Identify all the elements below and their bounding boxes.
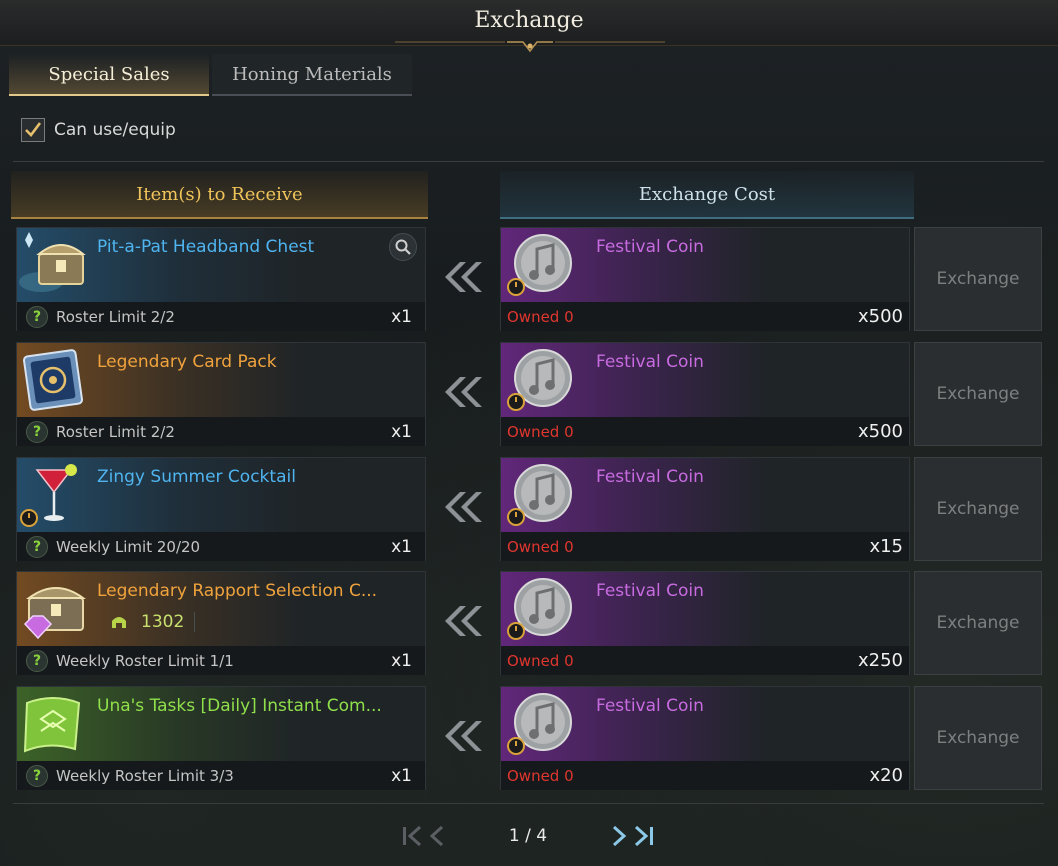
help-icon[interactable]: ? <box>26 305 48 328</box>
preview-button[interactable] <box>389 233 417 261</box>
first-page-button[interactable] <box>402 824 422 848</box>
divider <box>13 161 1044 162</box>
double-arrow-left-icon <box>440 372 484 412</box>
cost-currency-name: Festival Coin <box>596 467 704 487</box>
help-icon[interactable]: ? <box>26 535 48 558</box>
prev-page-button[interactable] <box>426 824 446 848</box>
item-name: Pit-a-Pat Headband Chest <box>97 237 315 257</box>
receive-item[interactable]: Legendary Card Pack ? Roster Limit 2/2 x… <box>16 342 427 446</box>
item-power-value: 1302 <box>141 612 185 632</box>
item-name: Una's Tasks [Daily] Instant Com... <box>97 696 382 716</box>
pagination: 1 / 4 <box>0 820 1058 856</box>
cost-item[interactable]: Festival Coin Owned 0 x500 <box>500 227 911 331</box>
owned-count: Owned 0 <box>507 766 574 785</box>
cost-quantity: x250 <box>857 650 903 671</box>
last-page-button[interactable] <box>634 824 654 848</box>
purchase-limit: Weekly Limit 20/20 <box>56 537 201 556</box>
help-icon[interactable]: ? <box>26 649 48 672</box>
last-page-icon <box>634 825 653 847</box>
cost-currency-name: Festival Coin <box>596 237 704 257</box>
festival-coin-icon <box>507 693 572 755</box>
item-name: Legendary Card Pack <box>97 352 277 372</box>
festival-coin-icon <box>507 464 572 526</box>
cost-item[interactable]: Festival Coin Owned 0 x500 <box>500 342 911 446</box>
owned-count: Owned 0 <box>507 651 574 670</box>
item-name: Zingy Summer Cocktail <box>97 467 296 487</box>
window-title: Exchange <box>474 8 584 33</box>
receive-quantity: x1 <box>391 765 412 786</box>
item-power: 1302 <box>109 612 196 632</box>
item-name: Legendary Rapport Selection C... <box>97 581 378 601</box>
receive-quantity: x1 <box>391 421 412 442</box>
double-arrow-left-icon <box>440 257 484 297</box>
window-titlebar: Exchange <box>0 0 1058 53</box>
first-page-icon <box>403 825 422 847</box>
exchange-button[interactable]: Exchange <box>914 686 1042 790</box>
cost-item[interactable]: Festival Coin Owned 0 x250 <box>500 571 911 675</box>
exchange-button[interactable]: Exchange <box>914 457 1042 561</box>
double-arrow-left-icon <box>440 487 484 527</box>
exchange-row: Pit-a-Pat Headband Chest ? Roster Limit … <box>0 227 1058 331</box>
help-icon[interactable]: ? <box>26 764 48 787</box>
receive-quantity: x1 <box>391 650 412 671</box>
next-page-icon <box>612 825 627 847</box>
checkmark-icon <box>25 122 42 137</box>
cost-currency-name: Festival Coin <box>596 581 704 601</box>
rapport-chest-icon <box>23 587 87 640</box>
next-page-button[interactable] <box>610 824 630 848</box>
magnifier-icon <box>395 239 411 255</box>
help-icon[interactable]: ? <box>26 420 48 443</box>
purchase-limit: Roster Limit 2/2 <box>56 307 175 326</box>
chest-icon <box>19 232 86 292</box>
receive-quantity: x1 <box>391 536 412 557</box>
exchange-button[interactable]: Exchange <box>914 227 1042 331</box>
tab-honing-materials[interactable]: Honing Materials <box>212 54 412 96</box>
festival-coin-icon <box>507 349 572 411</box>
exchange-row: Zingy Summer Cocktail ? Weekly Limit 20/… <box>0 457 1058 561</box>
cost-quantity: x500 <box>857 421 903 442</box>
cost-currency-name: Festival Coin <box>596 352 704 372</box>
cost-quantity: x500 <box>857 306 903 327</box>
cocktail-icon <box>20 464 77 527</box>
festival-coin-icon <box>507 234 572 296</box>
exchange-row: Legendary Card Pack ? Roster Limit 2/2 x… <box>0 342 1058 446</box>
cost-quantity: x15 <box>869 536 903 557</box>
receive-quantity: x1 <box>391 306 412 327</box>
helmet-icon <box>112 617 126 628</box>
double-arrow-left-icon <box>440 601 484 641</box>
exchange-row: Legendary Rapport Selection C... 1302 ? … <box>0 571 1058 675</box>
owned-count: Owned 0 <box>507 537 574 556</box>
purchase-limit: Weekly Roster Limit 3/3 <box>56 766 234 785</box>
title-ornament-icon <box>395 41 665 53</box>
receive-item[interactable]: Legendary Rapport Selection C... 1302 ? … <box>16 571 427 675</box>
tab-bar: Special Sales Honing Materials <box>9 54 412 96</box>
receive-item[interactable]: Zingy Summer Cocktail ? Weekly Limit 20/… <box>16 457 427 561</box>
festival-coin-icon <box>507 578 572 640</box>
cost-header: Exchange Cost <box>500 171 914 219</box>
receive-item[interactable]: Pit-a-Pat Headband Chest ? Roster Limit … <box>16 227 427 331</box>
exchange-button[interactable]: Exchange <box>914 342 1042 446</box>
exchange-button[interactable]: Exchange <box>914 571 1042 675</box>
divider <box>13 803 1044 804</box>
cost-item[interactable]: Festival Coin Owned 0 x20 <box>500 686 911 790</box>
prev-page-icon <box>429 825 444 847</box>
owned-count: Owned 0 <box>507 307 574 326</box>
can-use-checkbox[interactable] <box>21 118 45 142</box>
card-pack-icon <box>23 349 83 411</box>
cost-quantity: x20 <box>869 765 903 786</box>
cost-currency-name: Festival Coin <box>596 696 704 716</box>
purchase-limit: Weekly Roster Limit 1/1 <box>56 651 234 670</box>
can-use-filter[interactable]: Can use/equip <box>21 118 176 142</box>
exchange-row: Una's Tasks [Daily] Instant Com... ? Wee… <box>0 686 1058 790</box>
scroll-icon <box>23 697 81 753</box>
receive-item[interactable]: Una's Tasks [Daily] Instant Com... ? Wee… <box>16 686 427 790</box>
can-use-label: Can use/equip <box>54 120 176 140</box>
cost-item[interactable]: Festival Coin Owned 0 x15 <box>500 457 911 561</box>
receive-header: Item(s) to Receive <box>11 171 428 219</box>
purchase-limit: Roster Limit 2/2 <box>56 422 175 441</box>
tab-special-sales[interactable]: Special Sales <box>9 54 209 96</box>
page-indicator: 1 / 4 <box>508 826 548 846</box>
double-arrow-left-icon <box>440 716 484 756</box>
owned-count: Owned 0 <box>507 422 574 441</box>
